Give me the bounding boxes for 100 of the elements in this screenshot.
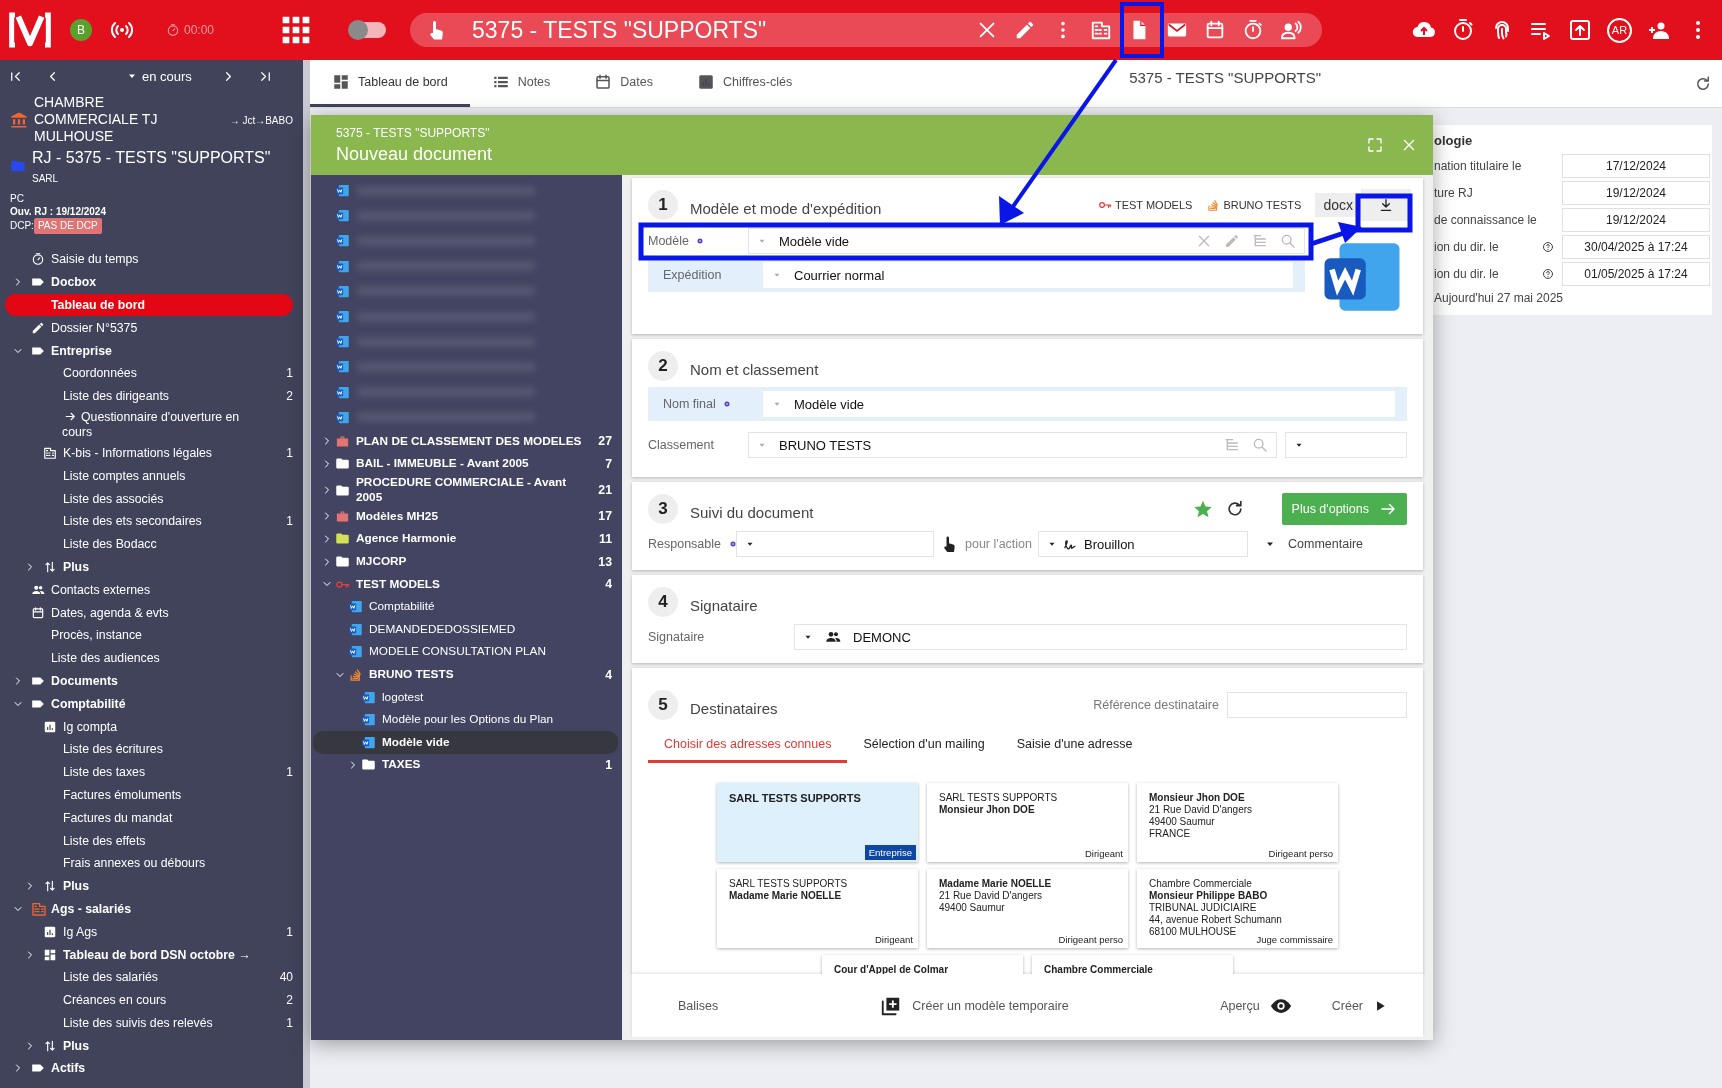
date-field[interactable]: 17/12/2024 xyxy=(1562,153,1710,178)
comment-toggle[interactable]: Commentaire xyxy=(1264,537,1364,551)
tag-link[interactable]: BRUNO TESTS xyxy=(1206,198,1302,212)
nav-item[interactable]: Plus xyxy=(5,874,293,898)
tree-item[interactable]: TEST MODELS 4 xyxy=(313,572,618,596)
tab[interactable]: Chiffres-clés xyxy=(674,60,815,107)
date-field[interactable]: 19/12/2024 xyxy=(1562,180,1710,205)
preview-button[interactable]: Aperçu xyxy=(1214,993,1298,1018)
nav-item[interactable]: Coordonnées 1 xyxy=(5,362,293,385)
nav-item[interactable]: Procès, instance xyxy=(5,623,293,647)
nav-item[interactable]: Frais annexes ou débours xyxy=(5,851,293,875)
tree-item[interactable]: logotest xyxy=(313,685,618,709)
tab[interactable]: Notes xyxy=(469,60,573,107)
tab[interactable]: Choisir des adresses connues xyxy=(648,728,848,763)
nav-item[interactable]: Comptabilité xyxy=(5,692,293,716)
tree-item[interactable]: MODELE CONSULTATION PLAN xyxy=(313,640,618,664)
nav-item[interactable]: Docbox xyxy=(5,270,293,294)
dropdown-field[interactable] xyxy=(1285,432,1407,458)
nav-item[interactable]: Liste des audiences xyxy=(5,646,293,670)
nav-item[interactable]: Dossier N°5375 xyxy=(5,316,293,340)
dropdown-field[interactable]: Courrier normal xyxy=(763,262,1293,288)
nav-item[interactable]: Ig compta xyxy=(5,715,293,738)
address-card[interactable]: SARL TESTS SUPPORTS Entreprise xyxy=(717,783,918,862)
tree-item[interactable]: BRUNO TESTS 4 xyxy=(313,663,618,686)
date-field[interactable]: 01/05/2025 à 17:24 xyxy=(1562,261,1710,286)
logo-icon[interactable] xyxy=(6,10,54,50)
nav-item[interactable]: K-bis - Informations légales 1 xyxy=(5,441,293,465)
info-icon[interactable] xyxy=(695,236,705,246)
tab[interactable]: Sélection d'un mailing xyxy=(847,728,1001,763)
address-card[interactable]: SARL TESTS SUPPORTS Monsieur Jhon DOE Dirigeant xyxy=(927,783,1128,862)
nav-item[interactable]: Saisie du temps xyxy=(5,248,293,271)
tree-item[interactable]: Modèles MH25 17 xyxy=(313,505,618,528)
tab[interactable]: Tableau de bord xyxy=(310,60,470,107)
tree-item[interactable]: PROCEDURE COMMERCIALE - Avant 2005 21 xyxy=(313,475,618,506)
tab[interactable]: Saisie d'une adresse xyxy=(1000,728,1149,763)
period-selector[interactable]: en cours xyxy=(142,68,192,84)
nav-item[interactable]: Dates, agenda & evts xyxy=(5,601,293,624)
tree-item[interactable]: Modèle pour les Options du Plan xyxy=(313,708,618,731)
close-icon[interactable] xyxy=(1401,137,1417,153)
date-field[interactable]: 19/12/2024 xyxy=(1562,207,1710,232)
input-field[interactable] xyxy=(1227,692,1407,718)
speaker-icon[interactable] xyxy=(1280,19,1303,41)
tags-button[interactable]: Balises xyxy=(672,997,725,1014)
nav-item[interactable]: Factures du mandat xyxy=(5,806,293,830)
nav-item[interactable]: Liste des taxes 1 xyxy=(5,760,293,784)
tree-item[interactable]: DEMANDEDEDOSSIEMED xyxy=(313,618,618,641)
nav-item[interactable]: Liste des Bodacc xyxy=(5,532,293,556)
tree-item[interactable]: Comptabilité xyxy=(313,595,618,619)
nav-item[interactable]: Liste des effets xyxy=(5,829,293,852)
dropdown-field[interactable]: Modèle vide xyxy=(763,391,1395,417)
dropdown-field[interactable] xyxy=(736,531,934,557)
date-field[interactable]: 30/04/2025 à 17:24 xyxy=(1562,234,1710,259)
user-avatar[interactable]: AR xyxy=(1607,17,1632,43)
nav-item[interactable]: Questionnaire d'ouverture en cours xyxy=(5,407,293,442)
nav-item[interactable]: Ags - salariés xyxy=(5,897,293,921)
nav-item[interactable]: Documents xyxy=(5,669,293,693)
nav-item[interactable]: Tableau de bord xyxy=(5,293,293,317)
tree-item[interactable]: Agence Harmonie 11 xyxy=(313,527,618,551)
nav-item[interactable]: Factures émoluments xyxy=(5,783,293,807)
nav-item[interactable]: Entreprise xyxy=(5,339,293,362)
stopwatch-icon[interactable] xyxy=(1451,18,1475,42)
address-card[interactable]: Monsieur Jhon DOE 21 Rue David D'angers 49400 Saumur FRANCE Dirigeant perso xyxy=(1137,783,1338,862)
tree-item[interactable]: TAXES 1 xyxy=(313,753,618,777)
court-link[interactable]: → Jct→BABO xyxy=(229,115,293,126)
tree-item[interactable]: BAIL - IMMEUBLE - Avant 2005 7 xyxy=(313,452,618,476)
tab[interactable]: Dates xyxy=(572,60,675,107)
star-icon[interactable] xyxy=(1192,499,1213,519)
nav-item[interactable]: Liste comptes annuels xyxy=(5,464,293,488)
dropdown-field[interactable]: Brouillon xyxy=(1038,531,1248,557)
nav-item[interactable]: Liste des écritures xyxy=(5,737,293,761)
help-icon[interactable] xyxy=(1542,267,1554,280)
address-card[interactable]: Chambre Commerciale Monsieur Philippe BABO TRIBUNAL JUDICIAIRE 44, avenue Robert Schumann 68100 MULHOUSE Juge commissaire xyxy=(1137,869,1338,948)
help-icon[interactable] xyxy=(1542,240,1554,253)
nav-item[interactable]: Créances en cours 2 xyxy=(5,988,293,1012)
nav-item[interactable]: Liste des associés xyxy=(5,487,293,510)
toggle-switch[interactable] xyxy=(350,22,387,38)
tag-link[interactable]: TEST MODELS xyxy=(1097,198,1193,212)
tree-item[interactable]: PLAN DE CLASSEMENT DES MODELES 27 xyxy=(313,429,618,453)
nav-item[interactable]: Liste des suivis des relevés 1 xyxy=(5,1011,293,1035)
nav-item[interactable]: Actifs xyxy=(5,1057,293,1080)
tree-item[interactable]: Modèle vide xyxy=(313,731,618,754)
nav-item[interactable]: Ig Ags 1 xyxy=(5,920,293,944)
file-search-bar[interactable]: 5375 - TESTS "SUPPORTS" xyxy=(410,13,1323,47)
temp-model-button[interactable]: Créer un modèle temporaire xyxy=(874,993,1075,1018)
refresh-icon[interactable] xyxy=(1694,74,1712,93)
upload-icon[interactable] xyxy=(1568,18,1592,42)
timer-icon[interactable] xyxy=(1242,19,1265,41)
create-button[interactable]: Créer xyxy=(1325,997,1393,1014)
nav-item[interactable]: Liste des dirigeants 2 xyxy=(5,384,293,408)
nav-item[interactable]: Liste des salariés 40 xyxy=(5,965,293,989)
nav-item[interactable]: Tableau de bord DSN octobre → xyxy=(5,943,293,966)
address-card[interactable]: Chambre Commerciale xyxy=(1032,955,1233,974)
nav-item[interactable]: Liste des ets secondaires 1 xyxy=(5,509,293,533)
nav-item[interactable]: Plus xyxy=(5,555,293,579)
info-icon[interactable] xyxy=(728,539,738,549)
nav-item[interactable]: Contacts externes xyxy=(5,578,293,602)
building-icon[interactable] xyxy=(1090,19,1113,41)
dropdown-field[interactable]: DEMONC xyxy=(794,624,1407,650)
tree-item[interactable]: MJCORP 13 xyxy=(313,550,618,573)
address-card[interactable]: SARL TESTS SUPPORTS Madame Marie NOELLE Dirigeant xyxy=(717,869,918,948)
